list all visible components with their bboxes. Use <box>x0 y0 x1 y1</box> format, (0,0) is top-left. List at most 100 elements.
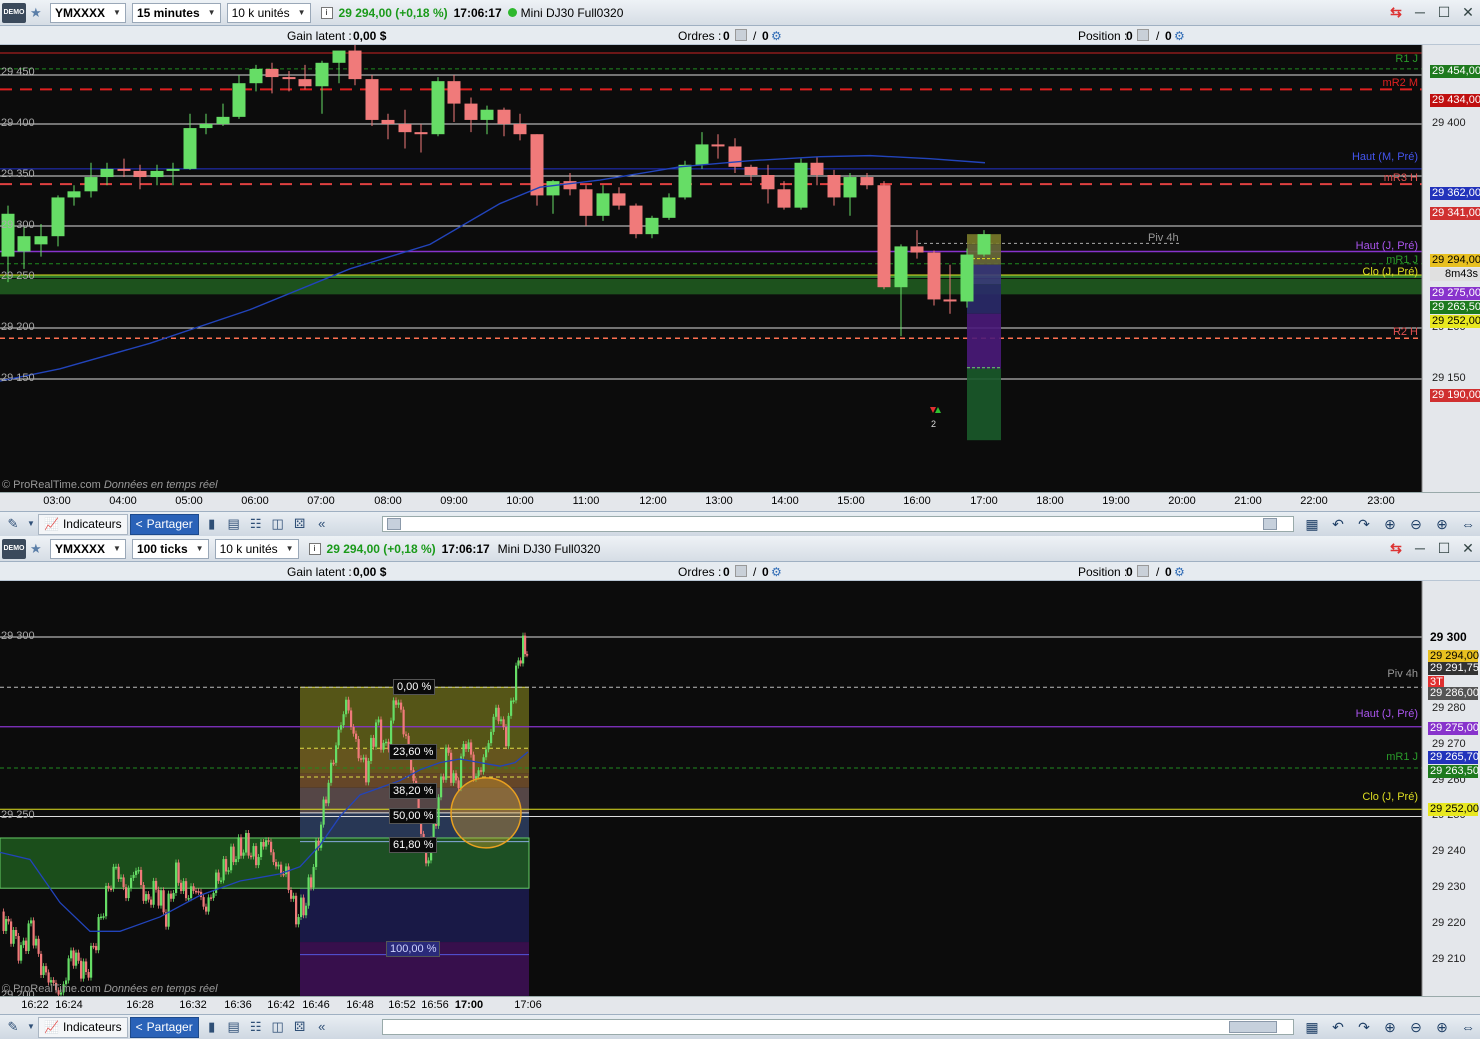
candle <box>464 97 478 133</box>
grid-icon[interactable]: ▦ <box>1302 514 1322 534</box>
indicators-button[interactable]: 📈 Indicateurs <box>38 513 128 535</box>
candle <box>827 169 841 206</box>
maximize-icon[interactable]: ☐ <box>1436 540 1452 556</box>
line-label: Piv 4h <box>1387 668 1418 681</box>
sync-icon[interactable]: ⇆ <box>1388 4 1404 20</box>
close-position-icon[interactable] <box>1137 29 1149 41</box>
ha-candle <box>150 896 153 908</box>
time-axis[interactable]: 03:00 04:00 05:00 06:00 07:00 08:00 09:00 10:00… <box>0 492 1480 512</box>
info-icon[interactable]: i <box>308 542 321 555</box>
scroll-right-icon[interactable] <box>1263 518 1277 530</box>
scroll-left-icon[interactable] <box>387 518 401 530</box>
redo-icon[interactable]: ↷ <box>1354 514 1374 534</box>
backtest-icon[interactable]: ⚄ <box>291 1018 309 1036</box>
timeframe-selector[interactable]: 100 ticks ▼ <box>131 538 209 559</box>
orders-settings-icon[interactable]: ⚙ <box>771 565 782 579</box>
zoom-fit-icon[interactable]: ⊕ <box>1380 1017 1400 1037</box>
expand-icon[interactable]: ⇔ <box>1458 514 1478 534</box>
close-icon[interactable]: ✕ <box>1460 540 1476 556</box>
close-position-icon[interactable] <box>1137 565 1149 577</box>
scroll-left-double-icon[interactable]: « <box>313 515 331 533</box>
drawing-tool-icon[interactable]: ✎ <box>4 515 22 533</box>
table-icon[interactable]: ☷ <box>247 1018 265 1036</box>
position-settings-icon[interactable]: ⚙ <box>1174 29 1185 43</box>
time-axis[interactable]: 16:22 16:24 16:28 16:32 16:36 16:42 16:46 16:48… <box>0 996 1480 1014</box>
orders-settings-icon[interactable]: ⚙ <box>771 29 782 43</box>
chevron-down-icon[interactable]: ▼ <box>26 1018 36 1036</box>
candle <box>794 158 808 210</box>
units-selector[interactable]: 10 k unités ▼ <box>226 2 311 23</box>
time-tick-label: 06:00 <box>241 495 269 507</box>
candle <box>596 185 610 221</box>
undo-icon[interactable]: ↶ <box>1328 1017 1348 1037</box>
share-button[interactable]: < Partager <box>129 513 199 535</box>
candle <box>166 162 180 186</box>
ha-candle <box>247 830 250 859</box>
ha-candle <box>215 869 218 896</box>
close-icon[interactable]: ✕ <box>1460 4 1476 20</box>
minimize-icon[interactable]: ─ <box>1412 4 1428 20</box>
price-chart-100ticks[interactable]: 0,00 % 23,60 % 38,20 % 50,00 % 61,80 % 100,00… <box>0 581 1480 996</box>
table-icon[interactable]: ☷ <box>247 515 265 533</box>
info-icon[interactable]: i <box>320 6 333 19</box>
candle <box>744 164 758 182</box>
grid-icon[interactable]: ▦ <box>1302 1017 1322 1037</box>
chart-scrollbar[interactable] <box>382 516 1294 532</box>
favorite-star-icon[interactable]: ★ <box>30 541 44 556</box>
zoom-fit-icon[interactable]: ⊕ <box>1380 514 1400 534</box>
instrument-name: Mini DJ30 Full0320 <box>520 5 624 20</box>
zoom-out-icon[interactable]: ⊖ <box>1406 514 1426 534</box>
zoom-in-icon[interactable]: ⊕ <box>1432 1017 1452 1037</box>
favorite-star-icon[interactable]: ★ <box>30 5 44 20</box>
ha-candle <box>140 866 143 888</box>
candle <box>398 109 412 149</box>
chevron-down-icon[interactable]: ▼ <box>26 515 36 533</box>
chevron-down-icon: ▼ <box>297 8 306 17</box>
time-tick-label: 16:48 <box>346 999 374 1011</box>
chat-icon[interactable]: ▤ <box>225 515 243 533</box>
ha-candle <box>87 969 90 981</box>
symbol-selector[interactable]: YMXXXX ▼ <box>50 538 126 559</box>
scroll-left-double-icon[interactable]: « <box>313 1018 331 1036</box>
symbol-selector[interactable]: YMXXXX ▼ <box>50 2 126 23</box>
cancel-orders-icon[interactable] <box>735 565 747 577</box>
share-button[interactable]: < Partager <box>129 1016 199 1038</box>
indicators-button[interactable]: 📈 Indicateurs <box>38 1016 128 1038</box>
drawing-tool-icon[interactable]: ✎ <box>4 1018 22 1036</box>
cancel-orders-icon[interactable] <box>735 29 747 41</box>
timeframe-selector[interactable]: 15 minutes ▼ <box>131 2 221 23</box>
price-chart-15min[interactable]: 2 29 450 29 400 29 350 29 300 29 250 29 200 29 … <box>0 45 1480 492</box>
chat-icon[interactable]: ▤ <box>225 1018 243 1036</box>
screener-icon[interactable]: ◫ <box>269 515 287 533</box>
scroll-thumb[interactable] <box>1229 1021 1277 1033</box>
ha-candle <box>350 707 353 731</box>
price-tag: 29 300 <box>1428 631 1478 644</box>
minimize-icon[interactable]: ─ <box>1412 540 1428 556</box>
bar-style-icon[interactable]: ▮ <box>203 1018 221 1036</box>
indicators-icon: 📈 <box>44 1020 59 1034</box>
units-selector[interactable]: 10 k unités ▼ <box>214 538 299 559</box>
sync-icon[interactable]: ⇆ <box>1388 540 1404 556</box>
chart-scrollbar[interactable] <box>382 1019 1294 1035</box>
candle <box>695 132 709 169</box>
screener-icon[interactable]: ◫ <box>269 1018 287 1036</box>
position-settings-icon[interactable]: ⚙ <box>1174 565 1185 579</box>
undo-icon[interactable]: ↶ <box>1328 514 1348 534</box>
zoom-in-icon[interactable]: ⊕ <box>1432 514 1452 534</box>
candle <box>381 113 395 140</box>
candle <box>365 75 379 127</box>
y-axis-right-label: 29 270 <box>1432 737 1466 750</box>
ha-candle <box>492 713 495 735</box>
ha-candle <box>20 942 23 964</box>
symbol-label: YMXXXX <box>55 5 106 20</box>
redo-icon[interactable]: ↷ <box>1354 1017 1374 1037</box>
price-tag: 29 341,00 <box>1430 207 1480 220</box>
bar-style-icon[interactable]: ▮ <box>203 515 221 533</box>
backtest-icon[interactable]: ⚄ <box>291 515 309 533</box>
ha-candle <box>315 837 318 870</box>
maximize-icon[interactable]: ☐ <box>1436 4 1452 20</box>
expand-icon[interactable]: ⇔ <box>1458 1017 1478 1037</box>
zoom-out-icon[interactable]: ⊖ <box>1406 1017 1426 1037</box>
orders-label: Ordres : <box>678 565 722 579</box>
fib-level-label: 50,00 % <box>389 808 438 825</box>
